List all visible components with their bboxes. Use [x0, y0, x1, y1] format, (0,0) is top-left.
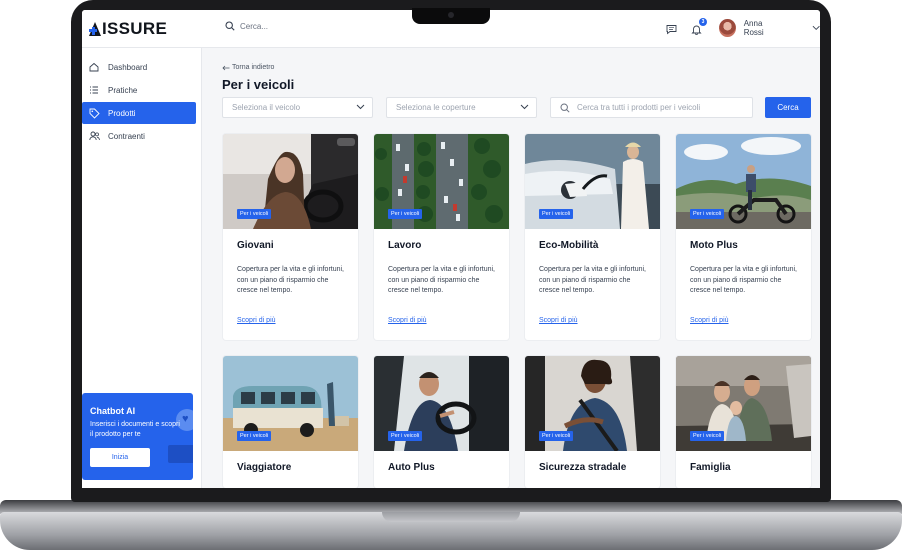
chat-icon — [666, 24, 676, 34]
global-search-input[interactable]: Cerca... — [240, 22, 268, 31]
category-tag: Per i veicoli — [388, 431, 423, 441]
user-menu[interactable]: Anna Rossi — [719, 19, 820, 37]
user-name: Anna Rossi — [743, 19, 764, 37]
camera-icon — [448, 12, 454, 18]
sidebar-item-label: Prodotti — [108, 108, 136, 118]
search-icon — [560, 102, 570, 113]
sidebar-item-label: Pratiche — [108, 85, 138, 95]
sidebar-item-contraenti[interactable]: Contraenti — [82, 125, 196, 147]
vehicle-select-value: Seleziona il veicolo — [232, 103, 301, 112]
app-logo[interactable]: ISSURE — [89, 19, 168, 38]
sidebar-item-dashboard[interactable]: Dashboard — [82, 56, 196, 78]
product-card-famiglia[interactable]: Per i veicoli Famiglia — [676, 356, 811, 488]
page-title: Per i veicoli — [222, 77, 295, 92]
card-title: Lavoro — [388, 240, 422, 251]
home-icon — [88, 61, 100, 73]
product-search-placeholder: Cerca tra tutti i prodotti per i veicoli — [577, 103, 701, 112]
category-tag: Per i veicoli — [539, 209, 574, 219]
category-tag: Per i veicoli — [237, 209, 272, 219]
tag-icon — [88, 107, 100, 119]
arrow-left-icon — [222, 65, 230, 70]
list-icon — [88, 84, 100, 96]
sidebar-item-label: Dashboard — [108, 62, 148, 72]
product-card-auto-plus[interactable]: Per i veicoli Auto Plus — [374, 356, 509, 488]
coverage-select-value: Seleziona le coperture — [396, 103, 476, 112]
logo-mark-icon — [89, 22, 101, 36]
category-tag: Per i veicoli — [690, 431, 725, 441]
laptop-hinge — [382, 512, 520, 522]
card-title: Sicurezza stradale — [539, 462, 627, 473]
card-description: Copertura per la vita e gli infortuni, c… — [388, 266, 495, 294]
sidebar-item-pratiche[interactable]: Pratiche — [82, 79, 196, 101]
chatbot-title: Chatbot AI — [90, 406, 136, 416]
category-tag: Per i veicoli — [539, 431, 574, 441]
discover-more-link[interactable]: Scopri di più — [539, 317, 578, 324]
global-search[interactable]: Cerca... — [225, 21, 268, 31]
product-card-lavoro[interactable]: Per i veicoli Lavoro Copertura per la vi… — [374, 134, 509, 340]
sidebar: Dashboard Pratiche Prodotti Contraenti ♥… — [82, 48, 202, 488]
product-card-eco-mobilita[interactable]: Per i veicoli Eco-Mobilità Copertura per… — [525, 134, 660, 340]
users-icon — [88, 130, 100, 142]
card-title: Famiglia — [690, 462, 731, 473]
category-tag: Per i veicoli — [237, 431, 272, 441]
card-title: Viaggiatore — [237, 462, 292, 473]
notifications-button[interactable]: 3 — [688, 18, 707, 37]
avatar — [719, 19, 736, 37]
category-tag: Per i veicoli — [690, 209, 725, 219]
header-actions: 3 — [663, 18, 707, 37]
product-card-sicurezza-stradale[interactable]: Per i veicoli Sicurezza stradale — [525, 356, 660, 488]
discover-more-link[interactable]: Scopri di più — [690, 317, 729, 324]
chevron-down-icon — [812, 25, 820, 31]
laptop-frame: ISSURE Cerca... 3 Anna Rossi Dashboard P… — [0, 0, 902, 550]
sidebar-item-label: Contraenti — [108, 131, 145, 141]
chatbot-decoration — [168, 445, 193, 463]
sidebar-item-prodotti[interactable]: Prodotti — [82, 102, 196, 124]
card-title: Auto Plus — [388, 462, 435, 473]
chatbot-description: Inserisci i documenti e scopri il prodot… — [90, 421, 180, 438]
logo-text: ISSURE — [102, 19, 168, 38]
card-title: Eco-Mobilità — [539, 240, 599, 251]
notification-badge: 3 — [699, 18, 707, 26]
coverage-select[interactable]: Seleziona le coperture — [386, 97, 537, 118]
card-description: Copertura per la vita e gli infortuni, c… — [237, 266, 344, 294]
card-description: Copertura per la vita e gli infortuni, c… — [690, 266, 797, 294]
search-button[interactable]: Cerca — [765, 97, 811, 118]
product-card-moto-plus[interactable]: Per i veicoli Moto Plus Copertura per la… — [676, 134, 811, 340]
chevron-down-icon — [520, 104, 529, 110]
camera-notch — [412, 8, 490, 24]
product-card-giovani[interactable]: Per i veicoli Giovani Copertura per la v… — [223, 134, 358, 340]
app-screen: ISSURE Cerca... 3 Anna Rossi Dashboard P… — [82, 10, 820, 488]
search-icon — [225, 21, 235, 31]
back-link[interactable]: Torna indietro — [222, 64, 274, 71]
product-search-input[interactable]: Cerca tra tutti i prodotti per i veicoli — [550, 97, 753, 118]
card-description: Copertura per la vita e gli infortuni, c… — [539, 266, 646, 294]
discover-more-link[interactable]: Scopri di più — [237, 317, 276, 324]
back-link-label: Torna indietro — [232, 64, 275, 71]
chatbot-start-button[interactable]: Inizia — [90, 448, 150, 467]
card-title: Giovani — [237, 240, 274, 251]
category-tag: Per i veicoli — [388, 209, 423, 219]
messages-button[interactable] — [663, 21, 679, 37]
product-card-viaggiatore[interactable]: Per i veicoli Viaggiatore — [223, 356, 358, 488]
discover-more-link[interactable]: Scopri di più — [388, 317, 427, 324]
vehicle-select[interactable]: Seleziona il veicolo — [222, 97, 373, 118]
chevron-down-icon — [356, 104, 365, 110]
chatbot-panel: ♥ Chatbot AI Inserisci i documenti e sco… — [82, 393, 193, 480]
card-title: Moto Plus — [690, 240, 738, 251]
